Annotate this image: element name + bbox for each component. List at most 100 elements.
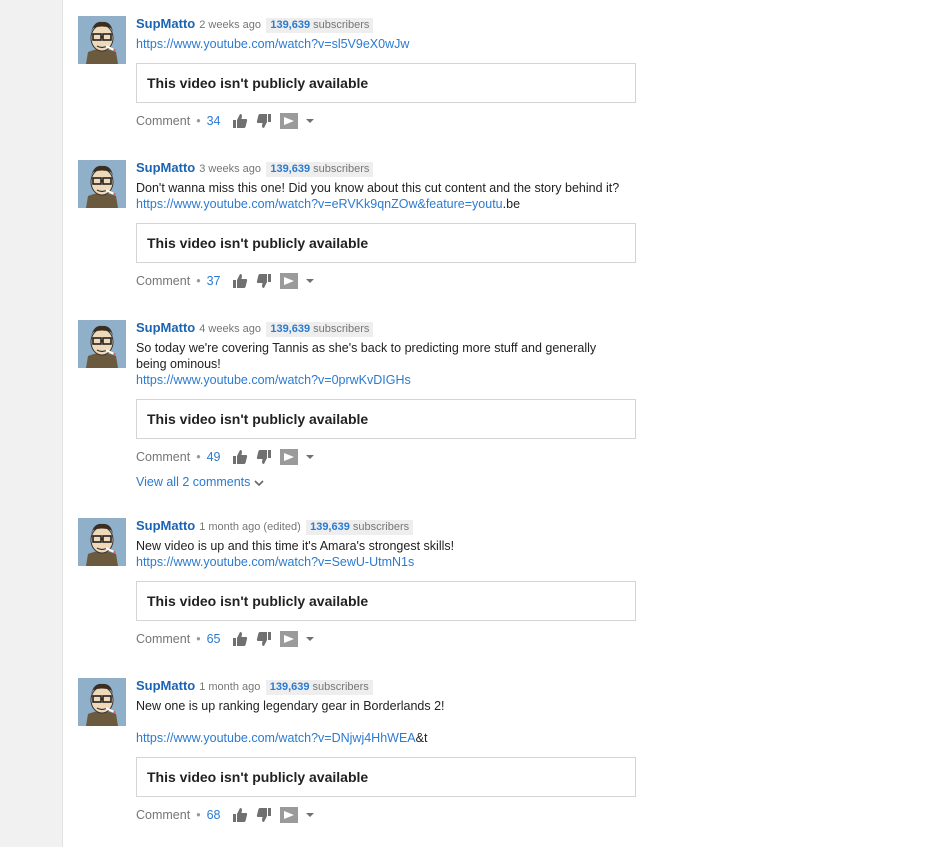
avatar[interactable]: [78, 320, 126, 368]
left-rail: [0, 0, 63, 847]
post-body: SupMatto 1 month ago 139,639 subscribers …: [136, 678, 676, 823]
link-suffix: &t: [415, 731, 428, 745]
like-count: 68: [206, 808, 221, 822]
author-name[interactable]: SupMatto: [136, 320, 195, 335]
video-card[interactable]: This video isn't publicly available: [136, 581, 636, 621]
post-link-line: https://www.youtube.com/watch?v=SewU-Utm…: [136, 554, 676, 570]
post-header: SupMatto 1 month ago (edited) 139,639 sub…: [136, 518, 676, 535]
like-count: 37: [206, 274, 221, 288]
post-body: SupMatto 2 weeks ago 139,639 subscribers …: [136, 16, 676, 129]
post-actions: Comment • 34: [136, 113, 676, 129]
subscriber-label: subscribers: [312, 681, 369, 693]
subscriber-label: subscribers: [313, 19, 370, 31]
comment-button[interactable]: Comment: [136, 807, 190, 823]
post-body: SupMatto 4 weeks ago 139,639 subscribers …: [136, 320, 676, 465]
share-icon[interactable]: [280, 807, 299, 823]
video-card[interactable]: This video isn't publicly available: [136, 757, 636, 797]
post-actions: Comment • 68: [136, 807, 676, 823]
subscriber-count: 139,639: [269, 681, 310, 693]
separator-dot: •: [196, 450, 201, 464]
avatar[interactable]: [78, 678, 126, 726]
comment-button[interactable]: Comment: [136, 273, 190, 289]
separator-dot: •: [196, 808, 201, 822]
post-text-line: New video is up and this time it's Amara…: [136, 539, 455, 553]
subscriber-badge: 139,639 subscribers: [266, 162, 374, 177]
post-body: SupMatto 3 weeks ago 139,639 subscribers …: [136, 160, 676, 289]
post-link-line: https://www.youtube.com/watch?v=0prwKvDI…: [136, 372, 676, 388]
post-text-line: [136, 714, 676, 730]
caret-down-icon[interactable]: [306, 812, 315, 818]
post-text-line: So today we're covering Tannis as she's …: [136, 341, 597, 355]
author-name[interactable]: SupMatto: [136, 518, 195, 533]
video-link[interactable]: https://www.youtube.com/watch?v=eRVKk9qn…: [136, 197, 503, 211]
thumbs-down-icon[interactable]: [256, 113, 272, 129]
thumbs-up-icon[interactable]: [232, 807, 248, 823]
subscriber-badge: 139,639 subscribers: [306, 520, 414, 535]
separator-dot: •: [196, 114, 201, 128]
post-link-line: https://www.youtube.com/watch?v=DNjwj4Hh…: [136, 730, 676, 746]
separator-dot: •: [196, 274, 201, 288]
post-actions: Comment • 49: [136, 449, 676, 465]
view-all-comments-link[interactable]: View all 2 comments: [136, 474, 264, 490]
post-header: SupMatto 1 month ago 139,639 subscribers: [136, 678, 676, 695]
post-actions: Comment • 37: [136, 273, 676, 289]
like-count: 49: [206, 450, 221, 464]
thumbs-down-icon[interactable]: [256, 631, 272, 647]
caret-down-icon[interactable]: [306, 636, 315, 642]
author-name[interactable]: SupMatto: [136, 16, 195, 31]
post-time[interactable]: 4 weeks ago: [199, 323, 261, 335]
thumbs-up-icon[interactable]: [232, 631, 248, 647]
avatar[interactable]: [78, 16, 126, 64]
like-count: 34: [206, 114, 221, 128]
subscriber-count: 139,639: [270, 163, 311, 175]
comment-button[interactable]: Comment: [136, 113, 190, 129]
share-icon[interactable]: [280, 449, 299, 465]
share-icon[interactable]: [280, 113, 299, 129]
author-name[interactable]: SupMatto: [136, 160, 195, 175]
post-header: SupMatto 2 weeks ago 139,639 subscribers: [136, 16, 676, 33]
post-time[interactable]: 1 month ago (edited): [199, 521, 301, 533]
post-body: SupMatto 1 month ago (edited) 139,639 sub…: [136, 518, 676, 647]
thumbs-up-icon[interactable]: [232, 449, 248, 465]
video-card[interactable]: This video isn't publicly available: [136, 223, 636, 263]
caret-down-icon[interactable]: [306, 118, 315, 124]
video-link[interactable]: https://www.youtube.com/watch?v=sl5V9eX0…: [136, 37, 409, 51]
thumbs-down-icon[interactable]: [256, 449, 272, 465]
video-card[interactable]: This video isn't publicly available: [136, 63, 636, 103]
post-link-line: https://www.youtube.com/watch?v=sl5V9eX0…: [136, 36, 676, 52]
thumbs-down-icon[interactable]: [256, 273, 272, 289]
subscriber-badge: 139,639 subscribers: [265, 680, 373, 695]
link-suffix: .be: [502, 197, 521, 211]
share-icon[interactable]: [280, 631, 299, 647]
comment-button[interactable]: Comment: [136, 631, 190, 647]
subscriber-badge: 139,639 subscribers: [266, 322, 374, 337]
subscriber-badge: 139,639 subscribers: [266, 18, 374, 33]
caret-down-icon[interactable]: [306, 278, 315, 284]
post-time[interactable]: 3 weeks ago: [199, 163, 261, 175]
video-link[interactable]: https://www.youtube.com/watch?v=SewU-Utm…: [136, 555, 414, 569]
share-icon[interactable]: [280, 273, 299, 289]
video-link[interactable]: https://www.youtube.com/watch?v=0prwKvDI…: [136, 373, 411, 387]
caret-down-icon[interactable]: [306, 454, 315, 460]
post-header: SupMatto 4 weeks ago 139,639 subscribers: [136, 320, 676, 337]
thumbs-down-icon[interactable]: [256, 807, 272, 823]
post-actions: Comment • 65: [136, 631, 676, 647]
thumbs-up-icon[interactable]: [232, 273, 248, 289]
video-card[interactable]: This video isn't publicly available: [136, 399, 636, 439]
avatar[interactable]: [78, 160, 126, 208]
post-header: SupMatto 3 weeks ago 139,639 subscribers: [136, 160, 676, 177]
thumbs-up-icon[interactable]: [232, 113, 248, 129]
subscriber-label: subscribers: [352, 521, 410, 533]
subscriber-count: 139,639: [270, 323, 311, 335]
post-text-line: Don't wanna miss this one! Did you know …: [136, 181, 620, 195]
avatar[interactable]: [78, 518, 126, 566]
author-name[interactable]: SupMatto: [136, 678, 195, 693]
post-time[interactable]: 2 weeks ago: [199, 19, 261, 31]
view-all-label: View all 2 comments: [136, 475, 251, 489]
post-text-line: New one is up ranking legendary gear in …: [136, 699, 445, 713]
chevron-down-icon: [254, 480, 264, 486]
post-link-line: https://www.youtube.com/watch?v=eRVKk9qn…: [136, 196, 676, 212]
comment-button[interactable]: Comment: [136, 449, 190, 465]
video-link[interactable]: https://www.youtube.com/watch?v=DNjwj4Hh…: [136, 731, 416, 745]
post-time[interactable]: 1 month ago: [199, 681, 260, 693]
